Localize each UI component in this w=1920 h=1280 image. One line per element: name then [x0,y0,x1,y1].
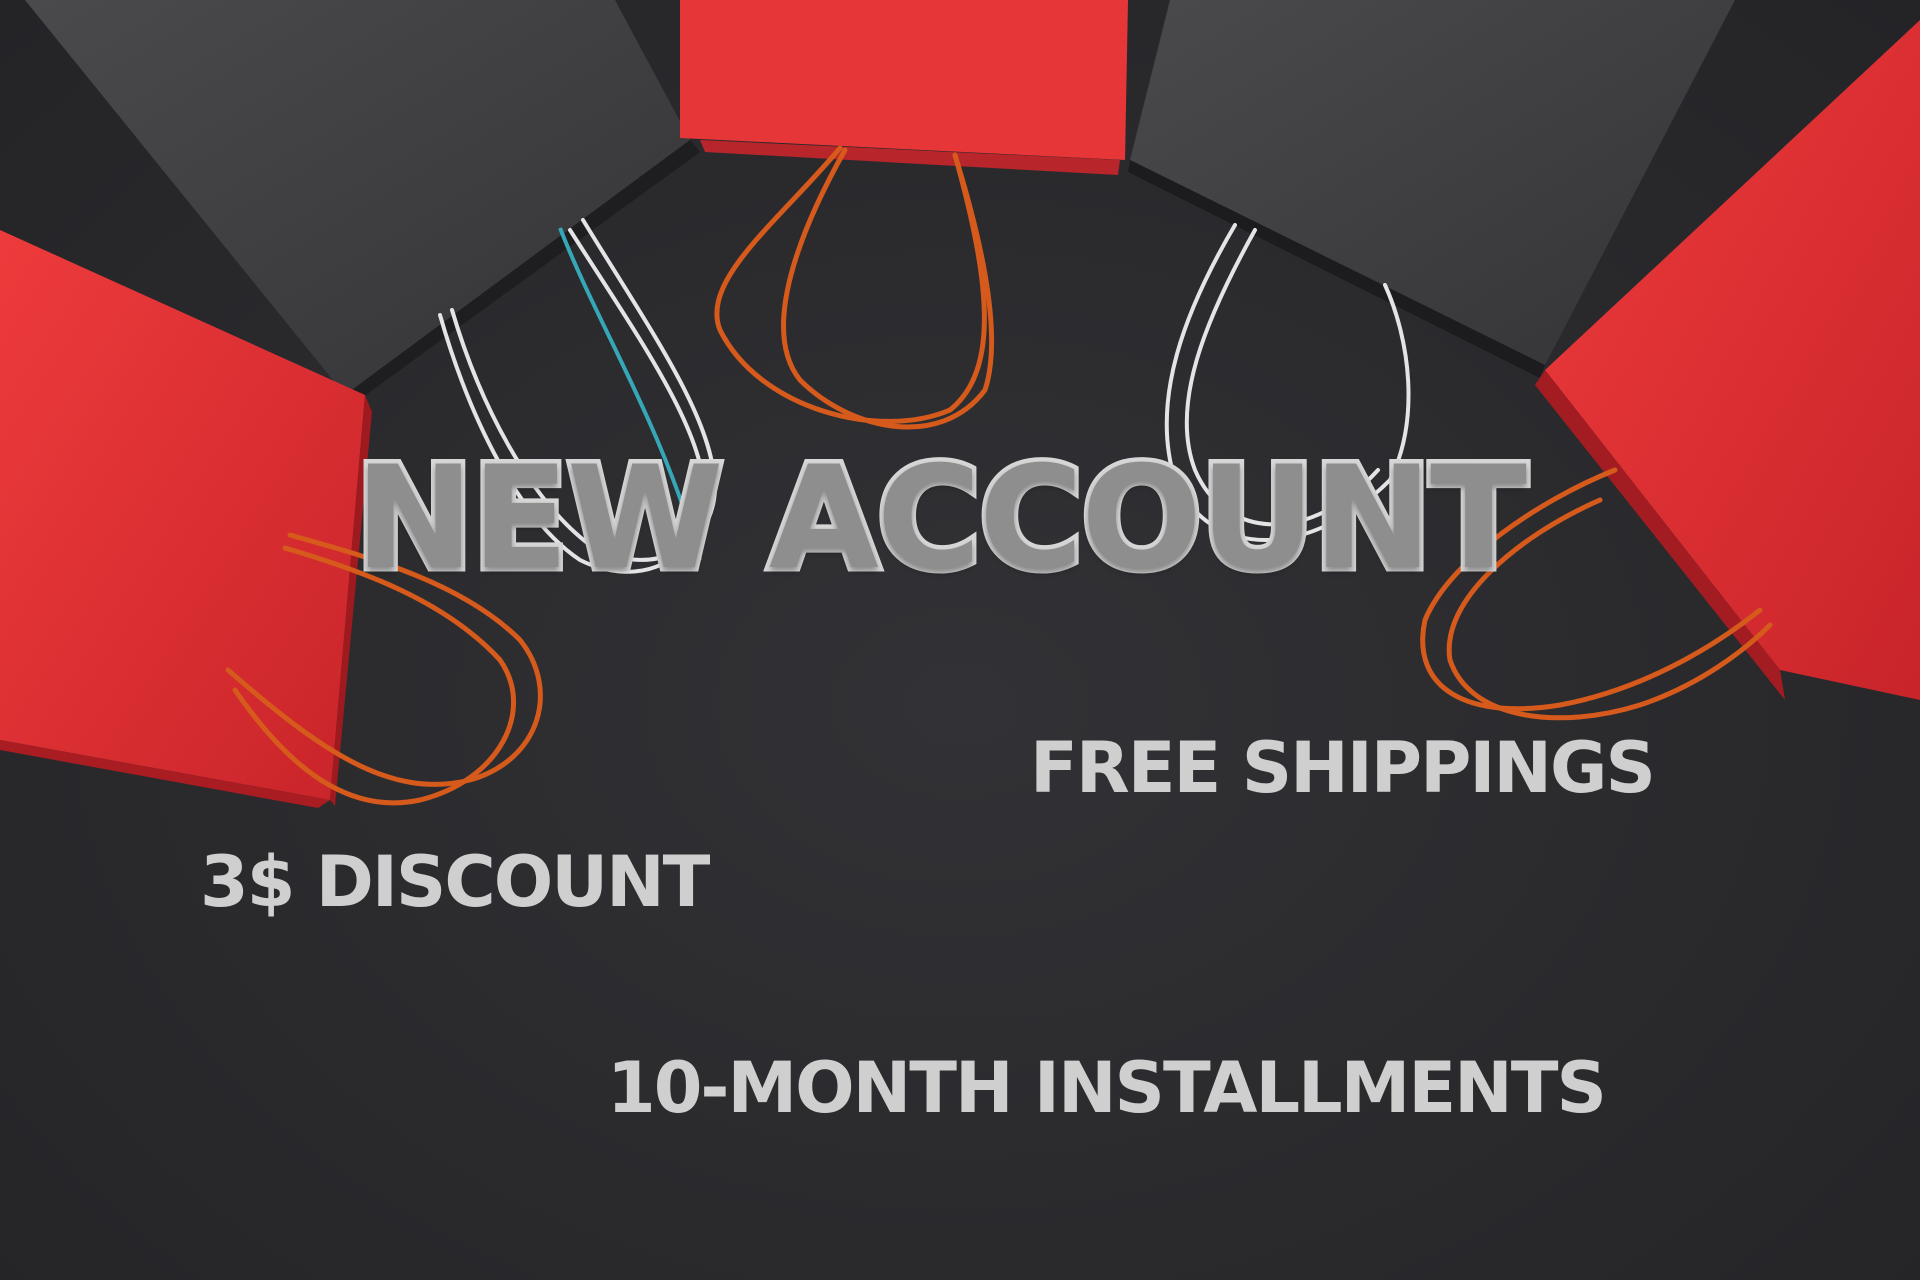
perk-discount: 3$ DISCOUNT [200,841,710,923]
orange-handles-center [714,145,995,430]
perk-installments: 10-MONTH INSTALLMENTS [607,1047,1607,1129]
promo-banner: NEW ACCOUNT FREE SHIPPINGS 3$ DISCOUNT 1… [0,0,1920,1280]
red-bag-top-center [680,0,1128,175]
headline: NEW ACCOUNT [351,436,1532,601]
perk-free-shipping: FREE SHIPPINGS [1030,727,1656,809]
